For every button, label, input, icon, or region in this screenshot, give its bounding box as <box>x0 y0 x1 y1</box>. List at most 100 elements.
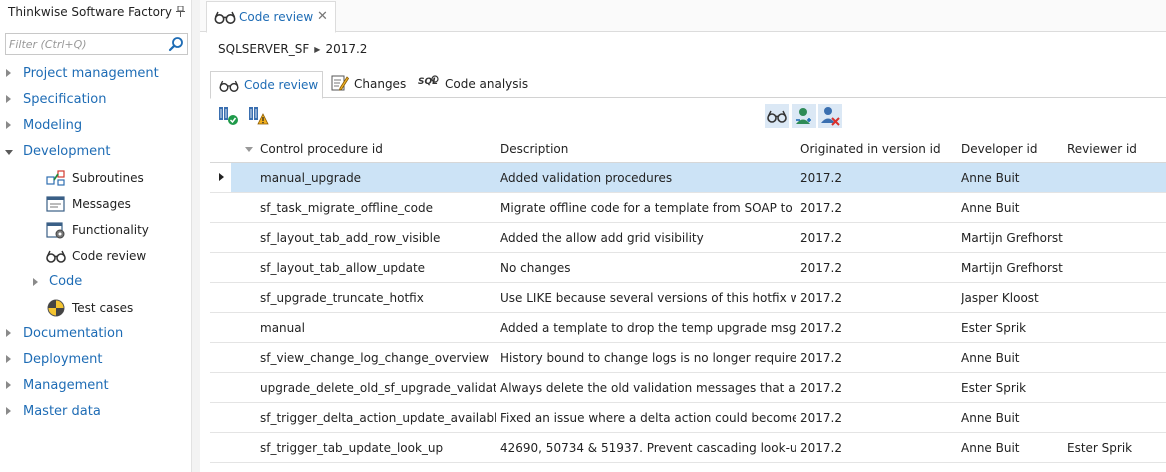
nav-item-modeling[interactable]: Modeling <box>0 115 191 137</box>
navigation-sidebar: Thinkwise Software Factory Project manag… <box>0 0 192 472</box>
sort-descending-icon[interactable] <box>245 147 253 152</box>
expand-arrow-icon[interactable] <box>6 407 11 415</box>
cell-description: Fixed an issue where a delta action coul… <box>500 411 796 425</box>
validate-warning-button[interactable] <box>247 104 271 128</box>
cell-originated-version: 2017.2 <box>800 351 842 365</box>
cell-description: 42690, 50734 & 51937. Prevent cascading … <box>500 441 796 455</box>
cell-developer-id: Martijn Grefhorst <box>961 231 1063 245</box>
current-row-icon <box>219 173 224 181</box>
table-row[interactable]: sf_task_migrate_offline_code Migrate offl… <box>210 193 1166 223</box>
toolbar <box>210 104 1166 130</box>
breadcrumb-project[interactable]: SQLSERVER_SF <box>218 42 309 56</box>
review-button[interactable] <box>765 104 789 128</box>
sidebar-item-code-review[interactable]: Code review <box>0 244 191 268</box>
nav-item-label: Development <box>23 144 111 159</box>
remove-reviewer-button[interactable] <box>818 104 842 128</box>
nav-item-label: Modeling <box>23 118 83 133</box>
cell-developer-id: Martijn Grefhorst <box>961 261 1063 275</box>
cell-originated-version: 2017.2 <box>800 201 842 215</box>
cell-description: Use LIKE because several versions of thi… <box>500 291 796 305</box>
table-row[interactable]: sf_layout_tab_allow_update No changes 2017… <box>210 253 1166 283</box>
cell-description: Added the allow add grid visibility <box>500 231 704 245</box>
nav-item-label: Deployment <box>23 352 103 367</box>
table-row[interactable]: sf_trigger_tab_update_look_up 42690, 5073… <box>210 433 1166 463</box>
nav-item-specification[interactable]: Specification <box>0 89 191 111</box>
collapse-arrow-icon[interactable] <box>5 150 13 155</box>
table-row[interactable]: sf_layout_tab_add_row_visible Added the a… <box>210 223 1166 253</box>
splitter[interactable] <box>192 0 200 472</box>
column-header-control-procedure-id[interactable]: Control procedure id <box>260 142 383 156</box>
sidebar-item-test-cases[interactable]: Test cases <box>0 296 191 320</box>
cell-developer-id: Ester Sprik <box>961 381 1027 395</box>
cell-description: History bound to change logs is no longe… <box>500 351 796 365</box>
cell-control-procedure-id: sf_layout_tab_add_row_visible <box>260 231 441 245</box>
breadcrumb-separator-icon: ▶ <box>314 45 321 54</box>
expand-arrow-icon[interactable] <box>6 355 11 363</box>
pin-icon[interactable] <box>176 5 185 20</box>
cell-description: Always delete the old validation message… <box>500 381 796 395</box>
nav-item-label: Project management <box>23 66 159 81</box>
cell-developer-id: Anne Buit <box>961 411 1020 425</box>
table-row[interactable]: sf_view_change_log_change_overview Histor… <box>210 343 1166 373</box>
expand-arrow-icon[interactable] <box>33 278 38 286</box>
sidebar-item-code[interactable]: Code <box>0 270 191 294</box>
expand-arrow-icon[interactable] <box>6 121 11 129</box>
magnifier-icon <box>430 74 440 88</box>
nav-item-master-data[interactable]: Master data <box>0 401 191 423</box>
table-row[interactable]: manual Added a template to drop the temp … <box>210 313 1166 343</box>
cell-originated-version: 2017.2 <box>800 231 842 245</box>
assign-reviewer-button[interactable] <box>792 104 816 128</box>
sidebar-item-label: Code <box>49 274 83 289</box>
tab-changes[interactable]: Changes <box>328 71 412 98</box>
column-header-reviewer-id[interactable]: Reviewer id <box>1067 142 1137 156</box>
nav-item-label: Specification <box>23 92 107 107</box>
table-row[interactable]: sf_upgrade_truncate_hotfix Use LIKE becau… <box>210 283 1166 313</box>
expand-arrow-icon[interactable] <box>6 381 11 389</box>
table-row[interactable]: manual_upgrade Added validation procedure… <box>210 163 1166 193</box>
nav-item-documentation[interactable]: Documentation <box>0 323 191 345</box>
cell-originated-version: 2017.2 <box>800 261 842 275</box>
cell-developer-id: Anne Buit <box>961 171 1020 185</box>
expand-arrow-icon[interactable] <box>6 95 11 103</box>
cell-developer-id: Ester Sprik <box>961 321 1027 335</box>
cell-originated-version: 2017.2 <box>800 291 842 305</box>
nav-item-deployment[interactable]: Deployment <box>0 349 191 371</box>
tab-code-analysis[interactable]: SQL Code analysis <box>416 71 529 98</box>
nav-item-development[interactable]: Development <box>0 141 191 163</box>
glasses-icon <box>214 11 236 28</box>
column-header-description[interactable]: Description <box>500 142 568 156</box>
nav-item-management[interactable]: Management <box>0 375 191 397</box>
sidebar-item-subroutines[interactable]: Subroutines <box>0 166 191 190</box>
expand-arrow-icon[interactable] <box>6 329 11 337</box>
column-header-originated-in-version-id[interactable]: Originated in version id <box>800 142 941 156</box>
cell-description: Migrate offline code for a template from… <box>500 201 796 215</box>
search-icon[interactable] <box>168 36 184 52</box>
table-row[interactable]: upgrade_delete_old_sf_upgrade_validation… <box>210 373 1166 403</box>
sidebar-item-label: Messages <box>72 197 131 211</box>
glasses-icon <box>219 80 239 96</box>
close-icon[interactable]: ✕ <box>317 9 328 24</box>
grid-header: Control procedure id Description Origina… <box>210 136 1166 163</box>
cell-control-procedure-id: sf_layout_tab_allow_update <box>260 261 426 275</box>
nav-item-project-management[interactable]: Project management <box>0 63 191 85</box>
table-row[interactable]: sf_trigger_delta_action_update_available… <box>210 403 1166 433</box>
expand-arrow-icon[interactable] <box>6 69 11 77</box>
breadcrumb-version[interactable]: 2017.2 <box>325 42 367 56</box>
cell-control-procedure-id: sf_upgrade_truncate_hotfix <box>260 291 424 305</box>
cell-developer-id: Jasper Kloost <box>961 291 1039 305</box>
subroutines-icon <box>46 169 66 187</box>
functionality-icon <box>46 221 66 239</box>
validate-ok-button[interactable] <box>217 104 241 128</box>
tab-code-review[interactable]: Code review <box>210 71 323 99</box>
sidebar-item-functionality[interactable]: Functionality <box>0 218 191 242</box>
tab-code-review-document[interactable]: Code review ✕ <box>206 1 336 33</box>
sidebar-item-messages[interactable]: Messages <box>0 192 191 216</box>
tab-label: Code analysis <box>445 77 529 91</box>
cell-originated-version: 2017.2 <box>800 411 842 425</box>
filter-input[interactable] <box>6 34 164 54</box>
cell-description: Added a template to drop the temp upgrad… <box>500 321 796 335</box>
cell-control-procedure-id: sf_trigger_tab_update_look_up <box>260 441 444 455</box>
cell-originated-version: 2017.2 <box>800 321 842 335</box>
column-header-developer-id[interactable]: Developer id <box>961 142 1037 156</box>
sidebar-title: Thinkwise Software Factory <box>8 5 172 19</box>
